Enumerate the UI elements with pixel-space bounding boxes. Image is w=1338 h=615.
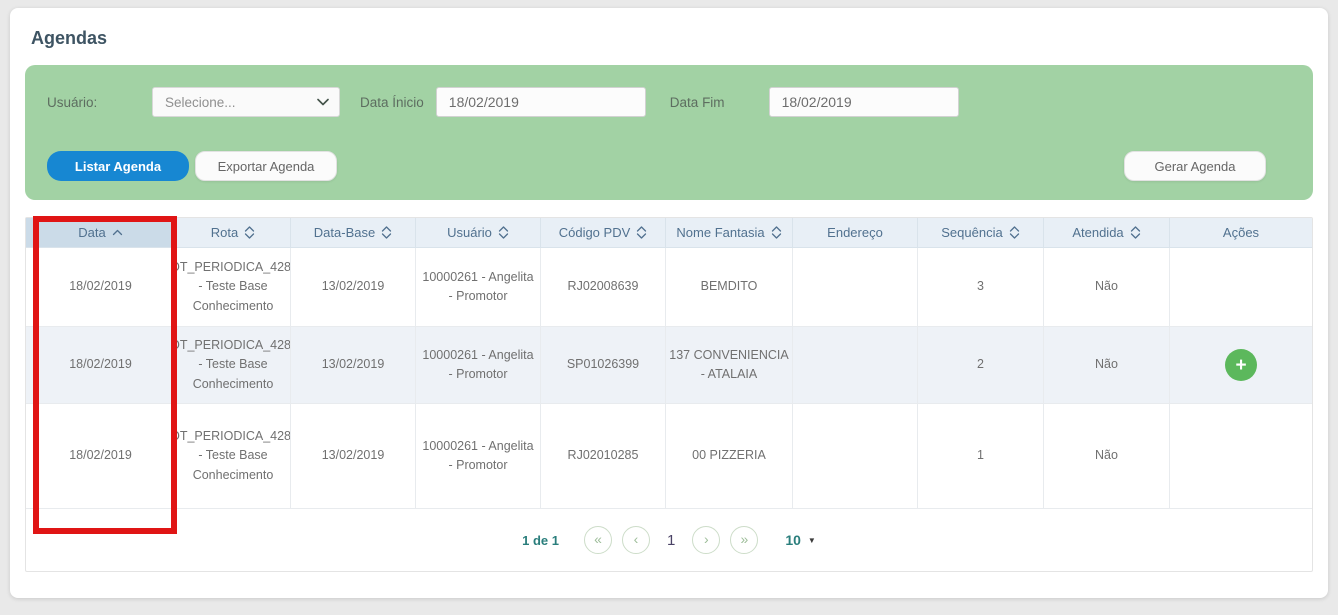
cell-codigo-pdv: SP01026399 bbox=[541, 327, 666, 403]
page-size-value: 10 bbox=[785, 532, 801, 548]
column-label: Data bbox=[78, 225, 105, 240]
column-label: Atendida bbox=[1072, 225, 1123, 240]
sort-icon bbox=[381, 226, 392, 239]
cell-sequencia: 2 bbox=[918, 327, 1044, 403]
pagination: 1 de 1 « ‹ 1 › » 10 ▼ bbox=[26, 509, 1312, 571]
cell-usuario: 10000261 - Angelita - Promotor bbox=[416, 248, 541, 326]
column-header-endereco: Endereço bbox=[793, 218, 918, 248]
column-header-nome-fantasia[interactable]: Nome Fantasia bbox=[666, 218, 793, 248]
filter-buttons-row: Listar Agenda Exportar Agenda Gerar Agen… bbox=[47, 151, 1291, 181]
gerar-agenda-button[interactable]: Gerar Agenda bbox=[1124, 151, 1266, 181]
cell-sequencia: 1 bbox=[918, 404, 1044, 508]
cell-data-base: 13/02/2019 bbox=[291, 327, 416, 403]
column-label: Usuário bbox=[447, 225, 492, 240]
first-page-button[interactable]: « bbox=[584, 526, 612, 554]
sort-asc-icon bbox=[112, 229, 123, 236]
cell-atendida: Não bbox=[1044, 404, 1170, 508]
column-label: Data-Base bbox=[314, 225, 375, 240]
column-header-codigo-pdv[interactable]: Código PDV bbox=[541, 218, 666, 248]
table-body: 18/02/2019ROT_PERIODICA_4285_ - Teste Ba… bbox=[26, 248, 1312, 509]
date-end-label: Data Fim bbox=[670, 95, 725, 110]
caret-down-icon: ▼ bbox=[808, 536, 816, 545]
agenda-table: Data Rota Data-Base Usuário Código PDV Nome F… bbox=[25, 217, 1313, 572]
column-label: Rota bbox=[211, 225, 238, 240]
column-header-acoes: Ações bbox=[1170, 218, 1312, 248]
chevron-down-icon bbox=[317, 98, 329, 106]
prev-page-button[interactable]: ‹ bbox=[622, 526, 650, 554]
cell-acoes bbox=[1170, 404, 1312, 508]
date-start-label: Data Ínicio bbox=[360, 95, 424, 110]
cell-sequencia: 3 bbox=[918, 248, 1044, 326]
next-page-button[interactable]: › bbox=[692, 526, 720, 554]
sort-icon bbox=[636, 226, 647, 239]
cell-atendida: Não bbox=[1044, 248, 1170, 326]
filter-panel: Usuário: Selecione... Data Ínicio Data F… bbox=[25, 65, 1313, 200]
cell-rota: ROT_PERIODICA_4285_ - Teste Base Conheci… bbox=[176, 404, 291, 508]
column-label: Sequência bbox=[941, 225, 1002, 240]
column-label: Endereço bbox=[827, 225, 883, 240]
column-header-rota[interactable]: Rota bbox=[176, 218, 291, 248]
filter-row: Usuário: Selecione... Data Ínicio Data F… bbox=[47, 87, 1291, 117]
date-end-input[interactable] bbox=[769, 87, 959, 117]
cell-nome-fantasia: BEMDITO bbox=[666, 248, 793, 326]
page-size-select[interactable]: 10 ▼ bbox=[785, 532, 816, 548]
cell-data: 18/02/2019 bbox=[26, 404, 176, 508]
date-start-input[interactable] bbox=[436, 87, 646, 117]
exportar-agenda-button[interactable]: Exportar Agenda bbox=[195, 151, 337, 181]
cell-endereco bbox=[793, 248, 918, 326]
table-row: 18/02/2019ROT_PERIODICA_4285_ - Teste Ba… bbox=[26, 327, 1312, 404]
cell-acoes bbox=[1170, 248, 1312, 326]
sort-icon bbox=[1009, 226, 1020, 239]
plus-icon: + bbox=[1235, 356, 1246, 375]
cell-data: 18/02/2019 bbox=[26, 327, 176, 403]
cell-endereco bbox=[793, 327, 918, 403]
cell-nome-fantasia: 137 CONVENIENCIA - ATALAIA bbox=[666, 327, 793, 403]
cell-data-base: 13/02/2019 bbox=[291, 248, 416, 326]
user-select[interactable]: Selecione... bbox=[152, 87, 340, 117]
column-header-data-base[interactable]: Data-Base bbox=[291, 218, 416, 248]
last-page-button[interactable]: » bbox=[730, 526, 758, 554]
cell-usuario: 10000261 - Angelita - Promotor bbox=[416, 327, 541, 403]
column-header-sequencia[interactable]: Sequência bbox=[918, 218, 1044, 248]
current-page: 1 bbox=[667, 532, 675, 549]
add-action-button[interactable]: + bbox=[1225, 349, 1257, 381]
listar-agenda-button[interactable]: Listar Agenda bbox=[47, 151, 189, 181]
column-label: Código PDV bbox=[559, 225, 631, 240]
cell-rota: ROT_PERIODICA_4285_ - Teste Base Conheci… bbox=[176, 327, 291, 403]
cell-codigo-pdv: RJ02010285 bbox=[541, 404, 666, 508]
sort-icon bbox=[244, 226, 255, 239]
user-select-value: Selecione... bbox=[165, 95, 236, 110]
user-label: Usuário: bbox=[47, 95, 152, 110]
cell-atendida: Não bbox=[1044, 327, 1170, 403]
cell-endereco bbox=[793, 404, 918, 508]
page-title: Agendas bbox=[31, 28, 1313, 49]
column-header-data[interactable]: Data bbox=[26, 218, 176, 248]
cell-codigo-pdv: RJ02008639 bbox=[541, 248, 666, 326]
cell-nome-fantasia: 00 PIZZERIA bbox=[666, 404, 793, 508]
agendas-card: Agendas Usuário: Selecione... Data Ínici… bbox=[10, 8, 1328, 598]
cell-rota: ROT_PERIODICA_4285_ - Teste Base Conheci… bbox=[176, 248, 291, 326]
table-row: 18/02/2019ROT_PERIODICA_4285_ - Teste Ba… bbox=[26, 248, 1312, 327]
sort-icon bbox=[771, 226, 782, 239]
table-row: 18/02/2019ROT_PERIODICA_4285_ - Teste Ba… bbox=[26, 404, 1312, 509]
cell-acoes: + bbox=[1170, 327, 1312, 403]
table-header-row: Data Rota Data-Base Usuário Código PDV Nome F… bbox=[26, 218, 1312, 248]
column-label: Ações bbox=[1223, 225, 1259, 240]
cell-data-base: 13/02/2019 bbox=[291, 404, 416, 508]
pagination-summary: 1 de 1 bbox=[522, 533, 559, 548]
cell-usuario: 10000261 - Angelita - Promotor bbox=[416, 404, 541, 508]
sort-icon bbox=[1130, 226, 1141, 239]
column-header-atendida[interactable]: Atendida bbox=[1044, 218, 1170, 248]
column-label: Nome Fantasia bbox=[676, 225, 764, 240]
cell-data: 18/02/2019 bbox=[26, 248, 176, 326]
sort-icon bbox=[498, 226, 509, 239]
column-header-usuario[interactable]: Usuário bbox=[416, 218, 541, 248]
